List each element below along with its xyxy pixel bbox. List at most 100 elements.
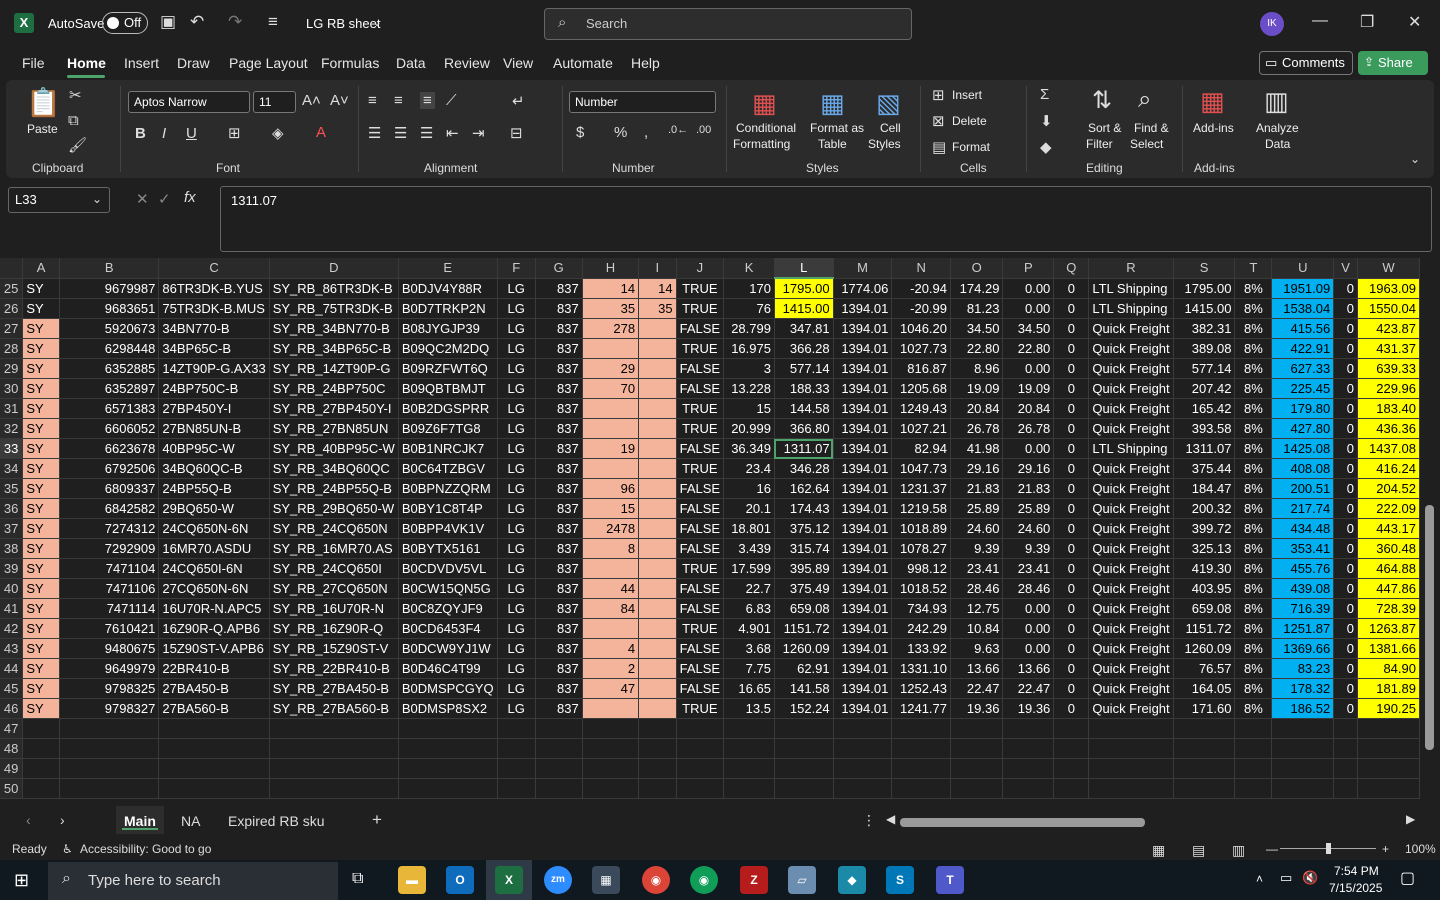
empty-cell[interactable] xyxy=(1002,778,1055,799)
column-header-n[interactable]: N xyxy=(891,258,952,279)
cell-j32[interactable]: TRUE xyxy=(676,418,725,439)
cell-n46[interactable]: 1241.77 xyxy=(891,698,952,719)
empty-cell[interactable] xyxy=(398,718,498,739)
cell-c31[interactable]: 27BP450Y-I xyxy=(158,398,270,419)
cell-m31[interactable]: 1394.01 xyxy=(833,398,893,419)
column-header-b[interactable]: B xyxy=(59,258,160,279)
cell-f37[interactable]: LG xyxy=(497,518,536,539)
cell-w43[interactable]: 1381.66 xyxy=(1357,638,1420,659)
cell-c26[interactable]: 75TR3DK-B.MUS xyxy=(158,298,270,319)
column-header-j[interactable]: J xyxy=(676,258,725,279)
cell-t38[interactable]: 8% xyxy=(1234,538,1273,559)
empty-cell[interactable] xyxy=(774,758,834,779)
empty-cell[interactable] xyxy=(1234,758,1273,779)
cell-b35[interactable]: 6809337 xyxy=(59,478,160,499)
column-header-w[interactable]: W xyxy=(1357,258,1420,279)
cell-u29[interactable]: 627.33 xyxy=(1271,358,1335,379)
empty-cell[interactable] xyxy=(59,718,160,739)
cell-e36[interactable]: B0BY1C8T4P xyxy=(398,498,498,519)
cell-g36[interactable]: 837 xyxy=(535,498,583,519)
empty-cell[interactable] xyxy=(1271,738,1335,759)
cell-t37[interactable]: 8% xyxy=(1234,518,1273,539)
clock-time[interactable]: 7:54 PM xyxy=(1334,864,1379,878)
cell-j35[interactable]: FALSE xyxy=(676,478,725,499)
cell-i38[interactable] xyxy=(638,538,677,559)
cell-j40[interactable]: FALSE xyxy=(676,578,725,599)
empty-cell[interactable] xyxy=(638,738,677,759)
cell-e43[interactable]: B0DCW9YJ1W xyxy=(398,638,498,659)
cell-t41[interactable]: 8% xyxy=(1234,598,1273,619)
empty-cell[interactable] xyxy=(638,718,677,739)
cell-h29[interactable]: 29 xyxy=(582,358,640,379)
cell-w28[interactable]: 431.37 xyxy=(1357,338,1420,359)
cell-o34[interactable]: 29.16 xyxy=(950,458,1004,479)
cell-m30[interactable]: 1394.01 xyxy=(833,378,893,399)
cell-n26[interactable]: -20.99 xyxy=(891,298,952,319)
cell-o25[interactable]: 174.29 xyxy=(950,278,1004,299)
delete-label[interactable]: Delete xyxy=(952,114,987,128)
zoom-level[interactable]: 100% xyxy=(1405,842,1436,856)
cell-i42[interactable] xyxy=(638,618,677,639)
cell-i43[interactable] xyxy=(638,638,677,659)
cell-f28[interactable]: LG xyxy=(497,338,536,359)
cell-t32[interactable]: 8% xyxy=(1234,418,1273,439)
row-header[interactable]: 32 xyxy=(0,418,24,439)
cell-k38[interactable]: 3.439 xyxy=(723,538,775,559)
cell-t27[interactable]: 8% xyxy=(1234,318,1273,339)
cell-h35[interactable]: 96 xyxy=(582,478,640,499)
cell-p27[interactable]: 34.50 xyxy=(1002,318,1055,339)
row-header[interactable]: 29 xyxy=(0,358,24,379)
outlook-icon[interactable]: O xyxy=(446,866,474,894)
cell-i45[interactable] xyxy=(638,678,677,699)
row-header[interactable]: 28 xyxy=(0,338,24,359)
empty-cell[interactable] xyxy=(269,718,399,739)
align-bottom-icon[interactable]: ≡ xyxy=(420,92,435,109)
cell-g32[interactable]: 837 xyxy=(535,418,583,439)
scroll-right-icon[interactable]: ▶ xyxy=(1406,812,1415,826)
cell-a27[interactable]: SY xyxy=(22,318,60,339)
cell-l29[interactable]: 577.14 xyxy=(774,358,834,379)
cell-s33[interactable]: 1311.07 xyxy=(1173,438,1236,459)
cell-h33[interactable]: 19 xyxy=(582,438,640,459)
cell-v46[interactable]: 0 xyxy=(1333,698,1358,719)
document-title[interactable]: LG RB sheet xyxy=(306,16,380,31)
cell-o41[interactable]: 12.75 xyxy=(950,598,1004,619)
cell-o38[interactable]: 9.39 xyxy=(950,538,1004,559)
row-header[interactable]: 46 xyxy=(0,698,24,719)
cell-g28[interactable]: 837 xyxy=(535,338,583,359)
cell-r46[interactable]: Quick Freight xyxy=(1088,698,1174,719)
cell-s29[interactable]: 577.14 xyxy=(1173,358,1236,379)
cell-f29[interactable]: LG xyxy=(497,358,536,379)
zoom-app-icon[interactable]: zm xyxy=(544,866,572,894)
empty-cell[interactable] xyxy=(158,718,270,739)
cell-p37[interactable]: 24.60 xyxy=(1002,518,1055,539)
teams-icon[interactable]: T xyxy=(936,866,964,894)
next-sheet-icon[interactable]: › xyxy=(60,812,65,828)
cell-m38[interactable]: 1394.01 xyxy=(833,538,893,559)
cell-a25[interactable]: SY xyxy=(22,278,60,299)
cell-j45[interactable]: FALSE xyxy=(676,678,725,699)
cell-q33[interactable]: 0 xyxy=(1053,438,1090,459)
cell-o45[interactable]: 22.47 xyxy=(950,678,1004,699)
clear-icon[interactable]: ◆ xyxy=(1040,138,1052,156)
cell-g38[interactable]: 837 xyxy=(535,538,583,559)
cell-w25[interactable]: 1963.09 xyxy=(1357,278,1420,299)
cell-f35[interactable]: LG xyxy=(497,478,536,499)
accessibility-status[interactable]: Accessibility: Good to go xyxy=(80,842,211,856)
cell-j44[interactable]: FALSE xyxy=(676,658,725,679)
excel-taskbar-icon[interactable]: X xyxy=(495,866,523,894)
cell-c38[interactable]: 16MR70.ASDU xyxy=(158,538,270,559)
cell-g33[interactable]: 837 xyxy=(535,438,583,459)
cell-n44[interactable]: 1331.10 xyxy=(891,658,952,679)
addins-label[interactable]: Add-ins xyxy=(1193,121,1234,135)
cell-b41[interactable]: 7471114 xyxy=(59,598,160,619)
styles-label[interactable]: Styles xyxy=(868,137,901,151)
cell-u41[interactable]: 716.39 xyxy=(1271,598,1335,619)
cell-t46[interactable]: 8% xyxy=(1234,698,1273,719)
cell-q30[interactable]: 0 xyxy=(1053,378,1090,399)
cell-i28[interactable] xyxy=(638,338,677,359)
cell-i41[interactable] xyxy=(638,598,677,619)
cell-v40[interactable]: 0 xyxy=(1333,578,1358,599)
cell-e32[interactable]: B09Z6F7TG8 xyxy=(398,418,498,439)
spreadsheet-grid[interactable]: ABCDEFGHIJKLMNOPQRSTUVW 25 SY 9679987 86TR3… xyxy=(0,258,1420,804)
